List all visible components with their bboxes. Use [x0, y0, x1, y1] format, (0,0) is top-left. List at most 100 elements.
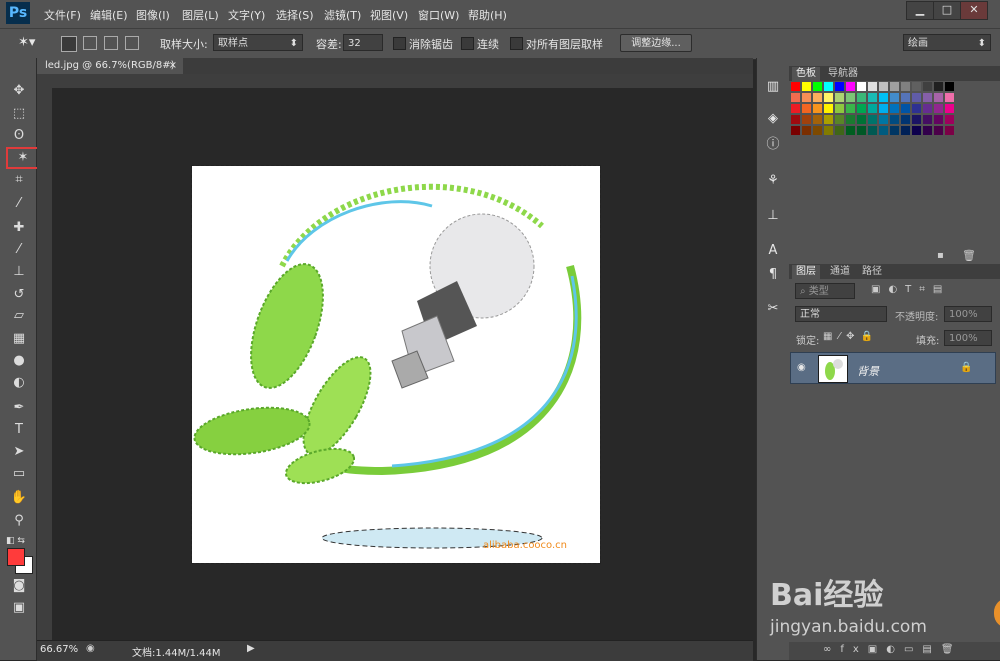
- vertical-ruler[interactable]: [37, 88, 53, 640]
- color-swatch[interactable]: [835, 82, 844, 91]
- menu-filter[interactable]: 滤镜(T): [324, 7, 361, 23]
- color-swatch[interactable]: [934, 104, 943, 113]
- subtract-selection-icon[interactable]: [104, 36, 118, 50]
- color-swatch[interactable]: [934, 93, 943, 102]
- color-swatch[interactable]: [901, 104, 910, 113]
- trash-icon[interactable]: 🗑: [962, 249, 976, 262]
- color-swatch[interactable]: [945, 82, 954, 91]
- properties-panel-icon[interactable]: ◈: [764, 110, 782, 128]
- color-swatch[interactable]: [912, 82, 921, 91]
- color-swatch[interactable]: [791, 115, 800, 124]
- color-swatch[interactable]: [835, 104, 844, 113]
- color-swatch[interactable]: [802, 93, 811, 102]
- color-swatch[interactable]: [824, 82, 833, 91]
- color-swatch[interactable]: [912, 126, 921, 135]
- sample-size-select[interactable]: 取样点 ⬍: [213, 34, 303, 51]
- color-swatch[interactable]: [857, 82, 866, 91]
- path-selection-icon[interactable]: ➤: [8, 442, 30, 462]
- color-swatch[interactable]: [835, 126, 844, 135]
- menu-window[interactable]: 窗口(W): [418, 7, 459, 23]
- color-swatch[interactable]: [791, 104, 800, 113]
- color-swatch[interactable]: [791, 82, 800, 91]
- color-swatch[interactable]: [890, 82, 899, 91]
- color-swatch[interactable]: [846, 115, 855, 124]
- color-swatch[interactable]: [857, 104, 866, 113]
- document-canvas[interactable]: [191, 165, 601, 564]
- menu-edit[interactable]: 编辑(E): [90, 7, 128, 23]
- layer-filter-icons[interactable]: ▣◐T⌗▤: [871, 284, 950, 295]
- color-swatch[interactable]: [934, 115, 943, 124]
- menu-select[interactable]: 选择(S): [276, 7, 314, 23]
- color-swatch[interactable]: [879, 104, 888, 113]
- gradient-tool-icon[interactable]: ▦: [8, 329, 30, 349]
- tab-paths[interactable]: 路径: [858, 265, 886, 279]
- tab-navigator[interactable]: 导航器: [824, 67, 862, 81]
- refine-edge-button[interactable]: 调整边缘...: [620, 34, 692, 52]
- color-swatch[interactable]: [890, 93, 899, 102]
- brush-presets-icon[interactable]: ⚘: [764, 172, 782, 190]
- screen-mode-icon[interactable]: ▣: [8, 598, 30, 618]
- blur-tool-icon[interactable]: ●: [8, 351, 30, 371]
- color-swatch[interactable]: [912, 104, 921, 113]
- color-swatch[interactable]: [791, 126, 800, 135]
- color-swatch[interactable]: [901, 126, 910, 135]
- color-swatch[interactable]: [813, 93, 822, 102]
- color-swatch[interactable]: [923, 93, 932, 102]
- tool-presets-icon[interactable]: ✂: [764, 300, 782, 318]
- eye-icon[interactable]: ◉: [797, 362, 809, 373]
- status-menu-arrow-icon[interactable]: ▶: [247, 643, 255, 654]
- sample-all-layers-checkbox[interactable]: [510, 37, 523, 50]
- close-tab-icon[interactable]: ×: [169, 58, 177, 74]
- color-swatch[interactable]: [857, 93, 866, 102]
- marquee-tool-icon[interactable]: ⬚: [8, 104, 30, 124]
- layers-footer-icons[interactable]: ∞fx▣◐▭▤🗑: [823, 644, 963, 655]
- intersect-selection-icon[interactable]: [125, 36, 139, 50]
- document-tab[interactable]: led.jpg @ 66.7%(RGB/8#) ×: [37, 58, 183, 74]
- paragraph-panel-icon[interactable]: ¶: [764, 266, 782, 284]
- color-swatch[interactable]: [824, 93, 833, 102]
- close-button[interactable]: ✕: [960, 1, 988, 20]
- eraser-tool-icon[interactable]: ▱: [8, 306, 30, 326]
- color-swatch[interactable]: [868, 82, 877, 91]
- color-swatch[interactable]: [879, 115, 888, 124]
- layer-name[interactable]: 背景: [857, 363, 879, 379]
- status-info-icon[interactable]: ◉: [86, 643, 95, 654]
- color-swatch[interactable]: [868, 115, 877, 124]
- brush-tool-icon[interactable]: ⁄: [8, 240, 30, 260]
- color-swatch[interactable]: [813, 115, 822, 124]
- minimize-button[interactable]: ▁: [906, 1, 934, 20]
- color-swatch[interactable]: [802, 104, 811, 113]
- workspace-select[interactable]: 绘画 ⬍: [903, 34, 991, 51]
- character-panel-icon[interactable]: A: [764, 242, 782, 260]
- move-tool-icon[interactable]: ✥: [8, 81, 30, 101]
- swatch-grid[interactable]: [791, 82, 974, 156]
- color-swatch[interactable]: [802, 126, 811, 135]
- color-swatch[interactable]: [802, 82, 811, 91]
- tab-channels[interactable]: 通道: [826, 265, 854, 279]
- healing-brush-icon[interactable]: ✚: [8, 218, 30, 238]
- contiguous-checkbox[interactable]: [461, 37, 474, 50]
- lasso-tool-icon[interactable]: ʘ: [8, 126, 30, 146]
- color-swatch[interactable]: [824, 126, 833, 135]
- new-swatch-icon[interactable]: ▪: [937, 250, 944, 261]
- color-swatch[interactable]: [934, 126, 943, 135]
- fill-input[interactable]: 100%: [944, 330, 992, 346]
- menu-file[interactable]: 文件(F): [44, 7, 81, 23]
- color-swatch[interactable]: [813, 82, 822, 91]
- color-swatch[interactable]: [879, 93, 888, 102]
- color-swatch[interactable]: [868, 104, 877, 113]
- color-swatch[interactable]: [923, 82, 932, 91]
- color-swatch[interactable]: [824, 104, 833, 113]
- hand-tool-icon[interactable]: ✋: [8, 488, 30, 508]
- color-swatch[interactable]: [835, 115, 844, 124]
- shape-tool-icon[interactable]: ▭: [8, 464, 30, 484]
- color-swatch[interactable]: [857, 115, 866, 124]
- quick-mask-icon[interactable]: ◙: [8, 576, 30, 596]
- menu-view[interactable]: 视图(V): [370, 7, 408, 23]
- color-swatch[interactable]: [868, 93, 877, 102]
- opacity-input[interactable]: 100%: [944, 306, 992, 322]
- dodge-tool-icon[interactable]: ◐: [8, 373, 30, 393]
- color-swatch[interactable]: [813, 104, 822, 113]
- color-swatch[interactable]: [846, 126, 855, 135]
- color-swatch[interactable]: [901, 115, 910, 124]
